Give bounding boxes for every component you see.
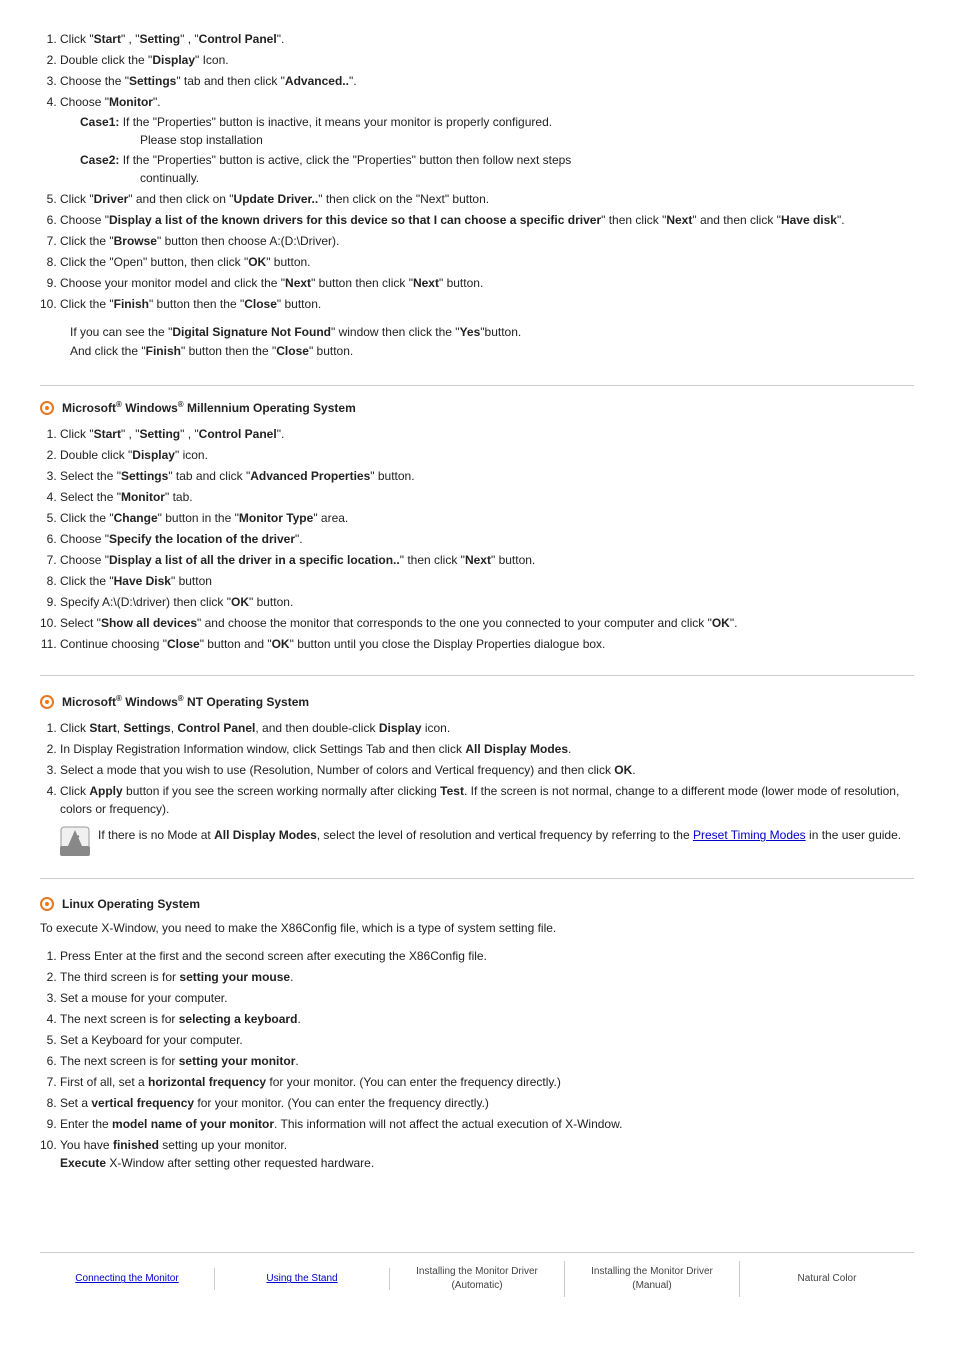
nt-step-3: Select a mode that you wish to use (Reso… [60,761,914,779]
mil-step-2: Double click "Display" icon. [60,446,914,464]
linux-step-8: Set a vertical frequency for your monito… [60,1094,914,1112]
footer-installing-manual[interactable]: Installing the Monitor Driver(Manual) [565,1261,740,1297]
mil-step-8: Click the "Have Disk" button [60,572,914,590]
mil-step-7: Choose "Display a list of all the driver… [60,551,914,569]
linux-step-1: Press Enter at the first and the second … [60,947,914,965]
nt-step-4: Click Apply button if you see the screen… [60,782,914,856]
linux-step-9: Enter the model name of your monitor. Th… [60,1115,914,1133]
sig-line1: If you can see the "Digital Signature No… [70,323,884,342]
top-section: Click "Start" , "Setting" , "Control Pan… [40,30,914,386]
linux-step-7: First of all, set a horizontal frequency… [60,1073,914,1091]
footer-natural-color[interactable]: Natural Color [740,1268,914,1290]
mil-step-5: Click the "Change" button in the "Monito… [60,509,914,527]
millennium-icon [40,401,54,415]
top-step-8: Click the "Open" button, then click "OK"… [60,253,914,271]
millennium-section: Microsoft® Windows® Millennium Operating… [40,400,914,676]
footer-installing-automatic-label: Installing the Monitor Driver(Automatic) [416,1266,538,1291]
top-step-4: Choose "Monitor". Case1: If the "Propert… [60,93,914,187]
top-step-10: Click the "Finish" button then the "Clos… [60,295,914,313]
case1: Case1: If the "Properties" button is ina… [80,113,914,149]
case-list: Case1: If the "Properties" button is ina… [80,113,914,187]
nt-section: Microsoft® Windows® NT Operating System … [40,694,914,879]
mil-step-10: Select "Show all devices" and choose the… [60,614,914,632]
linux-section: Linux Operating System To execute X-Wind… [40,897,914,1194]
warning-icon: ✓ [60,826,90,856]
top-step-6: Choose "Display a list of the known driv… [60,211,914,229]
linux-steps-list: Press Enter at the first and the second … [60,947,914,1172]
linux-title: Linux Operating System [62,897,200,911]
nt-warning-text: If there is no Mode at All Display Modes… [98,826,914,844]
top-step-7: Click the "Browse" button then choose A:… [60,232,914,250]
linux-step-3: Set a mouse for your computer. [60,989,914,1007]
nt-icon [40,695,54,709]
mil-step-4: Select the "Monitor" tab. [60,488,914,506]
sig-line2: And click the "Finish" button then the "… [70,342,884,361]
mil-step-1: Click "Start" , "Setting" , "Control Pan… [60,425,914,443]
top-step-5: Click "Driver" and then click on "Update… [60,190,914,208]
linux-header: Linux Operating System [40,897,914,911]
mil-step-11: Continue choosing "Close" button and "OK… [60,635,914,653]
millennium-header: Microsoft® Windows® Millennium Operating… [40,400,914,415]
mil-step-3: Select the "Settings" tab and click "Adv… [60,467,914,485]
footer-installing-automatic[interactable]: Installing the Monitor Driver(Automatic) [390,1261,565,1297]
signature-note: If you can see the "Digital Signature No… [70,323,884,361]
nt-warning-box: ✓ If there is no Mode at All Display Mod… [60,826,914,856]
footer-connecting-monitor-label: Connecting the Monitor [75,1273,178,1284]
preset-timing-link[interactable]: Preset Timing Modes [693,828,806,842]
millennium-steps-list: Click "Start" , "Setting" , "Control Pan… [60,425,914,653]
footer-connecting-monitor[interactable]: Connecting the Monitor [40,1268,215,1290]
top-step-2: Double click the "Display" Icon. [60,51,914,69]
nt-step-2: In Display Registration Information wind… [60,740,914,758]
millennium-title: Microsoft® Windows® Millennium Operating… [62,400,356,415]
nt-steps-list: Click Start, Settings, Control Panel, an… [60,719,914,856]
footer-using-stand[interactable]: Using the Stand [215,1268,390,1290]
top-steps-list: Click "Start" , "Setting" , "Control Pan… [60,30,914,313]
linux-step-6: The next screen is for setting your moni… [60,1052,914,1070]
linux-icon [40,897,54,911]
nt-title: Microsoft® Windows® NT Operating System [62,694,309,709]
linux-step-10: You have finished setting up your monito… [60,1136,914,1172]
footer: Connecting the Monitor Using the Stand I… [40,1252,914,1301]
mil-step-9: Specify A:\(D:\driver) then click "OK" b… [60,593,914,611]
linux-step-2: The third screen is for setting your mou… [60,968,914,986]
nt-step-1: Click Start, Settings, Control Panel, an… [60,719,914,737]
top-step-1: Click "Start" , "Setting" , "Control Pan… [60,30,914,48]
linux-step-5: Set a Keyboard for your computer. [60,1031,914,1049]
nt-header: Microsoft® Windows® NT Operating System [40,694,914,709]
mil-step-6: Choose "Specify the location of the driv… [60,530,914,548]
footer-installing-manual-label: Installing the Monitor Driver(Manual) [591,1266,713,1291]
footer-using-stand-label: Using the Stand [266,1273,337,1284]
linux-intro: To execute X-Window, you need to make th… [40,921,914,935]
case2: Case2: If the "Properties" button is act… [80,151,914,187]
main-content: Click "Start" , "Setting" , "Control Pan… [40,20,914,1222]
top-step-3: Choose the "Settings" tab and then click… [60,72,914,90]
top-step-9: Choose your monitor model and click the … [60,274,914,292]
footer-natural-color-label: Natural Color [798,1273,857,1284]
linux-step-4: The next screen is for selecting a keybo… [60,1010,914,1028]
